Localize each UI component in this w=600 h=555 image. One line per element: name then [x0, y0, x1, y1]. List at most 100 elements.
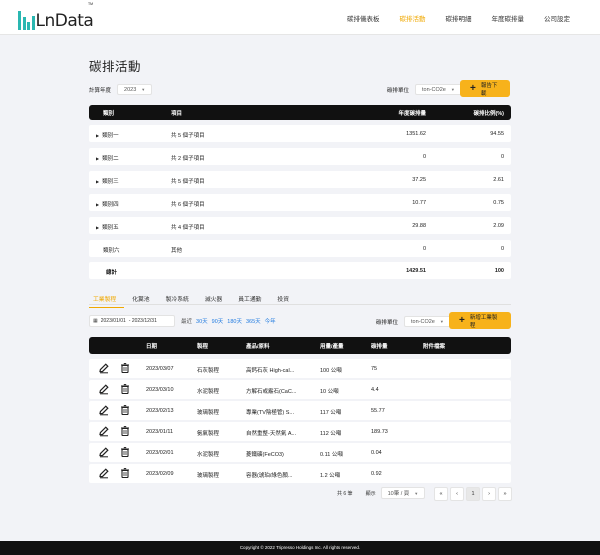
report-download-label: 報告下載 — [480, 82, 498, 97]
prev-page-button[interactable]: ‹ — [450, 487, 464, 501]
col-ratio: 碳排比例(%) — [473, 111, 504, 117]
last-page-button[interactable]: » — [498, 487, 512, 501]
trash-icon[interactable] — [119, 383, 131, 395]
tab-refrigeration[interactable]: 製冷系統 — [158, 294, 197, 308]
nav-item-details[interactable]: 碳排明細 — [436, 13, 482, 23]
expand-arrow-icon[interactable]: ▶ — [96, 133, 99, 138]
process-type: 石灰製程 — [197, 367, 220, 374]
summary-row[interactable]: ▶ 類別五 共 4 個子項目 29.88 2.09 — [89, 217, 511, 234]
summary-amount: 0 — [422, 153, 426, 160]
process-emission: 55.77 — [371, 407, 385, 414]
process-quantity: 112 公噸 — [320, 430, 342, 437]
nav-item-activities[interactable]: 碳排活動 — [390, 13, 436, 23]
summary-category: ▶ 類別一 — [96, 131, 119, 139]
col-quantity: 用量/產量 — [320, 344, 344, 350]
process-material: 菱鐵礦(FeCO3) — [246, 451, 284, 458]
summary-ratio: 0 — [500, 245, 504, 252]
process-unit-select[interactable]: ton-CO2e ▼ — [404, 316, 451, 327]
trash-icon[interactable] — [119, 404, 131, 416]
tab-investment[interactable]: 投資 — [269, 294, 297, 308]
expand-arrow-icon[interactable]: ▶ — [96, 179, 99, 184]
summary-ratio: 0 — [500, 153, 504, 160]
col-material: 產品/原料 — [246, 344, 270, 350]
edit-icon[interactable] — [98, 425, 110, 437]
year-select[interactable]: 2023 ▼ — [117, 84, 153, 95]
process-material: 自然重整-天然氣 A... — [246, 430, 297, 437]
col-item: 項目 — [171, 111, 183, 117]
tab-employee-commute[interactable]: 員工通勤 — [230, 294, 269, 308]
quick-link-365[interactable]: 365天 — [246, 317, 261, 325]
brand-logo[interactable]: LnData — [18, 8, 94, 31]
table-row: 2023/02/01 水泥製程 菱鐵礦(FeCO3) 0.11 公噸 0.04 — [89, 443, 511, 462]
tab-industrial-process[interactable]: 工業製程 — [89, 294, 125, 308]
year-label: 計算年度 — [89, 87, 112, 94]
process-emission: 75 — [371, 365, 378, 372]
next-page-button[interactable]: › — [482, 487, 496, 501]
trash-icon[interactable] — [119, 467, 131, 479]
page-1-button[interactable]: 1 — [466, 487, 480, 501]
tab-septic-tank[interactable]: 化糞池 — [124, 294, 157, 308]
summary-category: ▶ 類別五 — [96, 223, 119, 231]
add-process-label: 新增工業製程 — [469, 314, 498, 329]
process-material: 容器(琥珀/綠色顏... — [246, 472, 293, 479]
process-quantity: 10 公噸 — [320, 388, 339, 395]
expand-arrow-icon[interactable]: ▶ — [96, 156, 99, 161]
unit-value: ton-CO2e — [422, 86, 446, 93]
add-process-button[interactable]: + 新增工業製程 — [449, 312, 511, 329]
table-row: 2023/03/10 水泥製程 方解石或霰石(CaC... 10 公噸 4.4 — [89, 380, 511, 399]
edit-icon[interactable] — [98, 383, 110, 395]
summary-ratio: 2.09 — [493, 222, 504, 229]
process-type: 玻璃製程 — [197, 472, 220, 479]
pagination-info: 共 6 筆 顯示 10筆 / 頁 ▼ — [337, 487, 426, 499]
trash-icon[interactable] — [119, 362, 131, 374]
process-date: 2023/01/11 — [146, 428, 174, 435]
tab-fire-extinguisher[interactable]: 滅火器 — [197, 294, 230, 308]
summary-amount: 0 — [422, 245, 426, 252]
unit-select[interactable]: ton-CO2e ▼ — [415, 84, 462, 95]
summary-category: ▶ 類別三 — [96, 177, 119, 185]
per-page-select[interactable]: 10筆 / 頁 ▼ — [380, 487, 426, 499]
trash-icon[interactable] — [119, 425, 131, 437]
edit-icon[interactable] — [98, 404, 110, 416]
nav-item-dashboard[interactable]: 碳排儀表板 — [337, 13, 390, 23]
nav-item-annual[interactable]: 年度碳排量 — [482, 13, 535, 23]
total-amount: 1429.51 — [406, 267, 426, 274]
expand-arrow-icon[interactable]: ▶ — [96, 202, 99, 207]
process-date: 2023/02/13 — [146, 407, 174, 414]
expand-arrow-icon[interactable]: ▶ — [96, 225, 99, 230]
report-download-button[interactable]: + 報告下載 — [460, 80, 510, 97]
top-header: LnData TM 碳排儀表板 碳排活動 碳排明細 年度碳排量 公司設定 — [0, 0, 600, 35]
quick-link-90[interactable]: 90天 — [212, 317, 224, 325]
edit-icon[interactable] — [98, 362, 110, 374]
summary-category-label: 類別六 — [103, 247, 120, 254]
plus-icon: + — [459, 314, 465, 326]
quick-link-this-year[interactable]: 今年 — [265, 317, 276, 325]
first-page-button[interactable]: « — [434, 487, 448, 501]
trash-icon[interactable] — [119, 446, 131, 458]
summary-category-label: 類別一 — [102, 132, 119, 139]
table-row: 2023/02/09 玻璃製程 容器(琥珀/綠色顏... 1.2 公噸 0.92 — [89, 464, 511, 483]
summary-category: 類別六 — [103, 246, 120, 254]
calendar-icon: ▦ — [93, 318, 98, 324]
process-quantity: 1.2 公噸 — [320, 472, 341, 479]
process-date: 2023/03/10 — [146, 386, 174, 393]
nav-item-company-settings[interactable]: 公司設定 — [534, 13, 580, 23]
logo-text: LnData — [35, 11, 94, 31]
edit-icon[interactable] — [98, 467, 110, 479]
summary-row[interactable]: ▶ 類別四 共 6 個子項目 10.77 0.75 — [89, 194, 511, 211]
process-date: 2023/02/09 — [146, 470, 174, 477]
summary-row[interactable]: ▶ 類別一 共 5 個子項目 1351.62 94.55 — [89, 125, 511, 142]
summary-row[interactable]: ▶ 類別二 共 2 個子項目 0 0 — [89, 148, 511, 165]
summary-category-label: 類別四 — [102, 201, 119, 208]
date-range-picker[interactable]: ▦ 2023/01/01 - 2023/12/31 — [89, 315, 175, 327]
year-value: 2023 — [124, 86, 137, 93]
summary-category: ▶ 類別二 — [96, 154, 119, 162]
quick-link-30[interactable]: 30天 — [196, 317, 208, 325]
process-material: 方解石或霰石(CaC... — [246, 388, 297, 395]
summary-category-label: 類別三 — [102, 178, 119, 185]
summary-row[interactable]: ▶ 類別三 共 5 個子項目 37.25 2.61 — [89, 171, 511, 188]
process-type: 水泥製程 — [197, 451, 220, 458]
quick-link-180[interactable]: 180天 — [227, 317, 242, 325]
process-type: 玻璃製程 — [197, 409, 220, 416]
edit-icon[interactable] — [98, 446, 110, 458]
